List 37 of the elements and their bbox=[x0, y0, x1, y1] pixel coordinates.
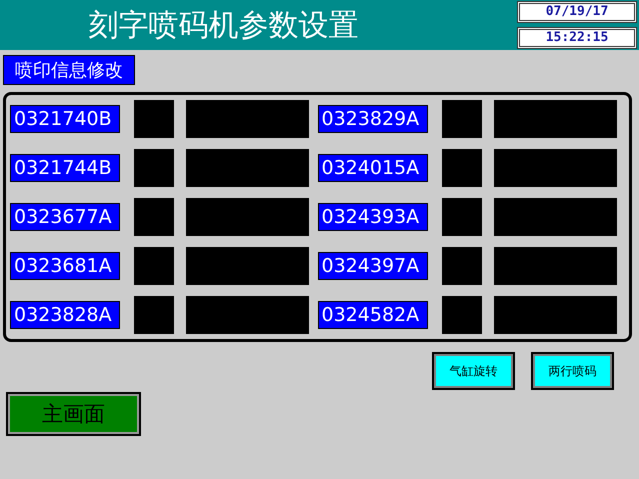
code-label: 0324393A bbox=[318, 202, 428, 231]
input-field[interactable] bbox=[134, 198, 174, 236]
code-label: 0324015A bbox=[318, 154, 428, 182]
code-label: 0321744B bbox=[10, 154, 120, 182]
input-field[interactable] bbox=[134, 149, 174, 188]
input-field[interactable] bbox=[186, 246, 309, 285]
input-field[interactable] bbox=[442, 100, 482, 138]
input-field[interactable] bbox=[186, 198, 309, 236]
input-field[interactable] bbox=[186, 100, 309, 138]
section-label: 喷印信息修改 bbox=[3, 55, 135, 85]
input-field[interactable] bbox=[442, 198, 482, 236]
input-field[interactable] bbox=[494, 296, 616, 334]
time-display: 15:22:15 bbox=[517, 27, 637, 49]
input-field[interactable] bbox=[134, 246, 174, 285]
input-field[interactable] bbox=[494, 100, 616, 138]
code-label: 0323681A bbox=[10, 252, 120, 280]
input-field[interactable] bbox=[134, 296, 174, 334]
input-field[interactable] bbox=[494, 198, 616, 236]
window-title: 刻字喷码机参数设置 bbox=[88, 6, 360, 44]
input-field[interactable] bbox=[134, 100, 174, 138]
input-field[interactable] bbox=[186, 149, 309, 188]
code-label: 0323829A bbox=[318, 105, 428, 134]
input-field[interactable] bbox=[442, 296, 482, 334]
code-label: 0323677A bbox=[10, 202, 120, 231]
code-label: 0321740B bbox=[10, 105, 120, 134]
input-field[interactable] bbox=[442, 246, 482, 285]
date-display: 07/19/17 bbox=[517, 1, 637, 23]
action-button[interactable]: 气缸旋转 bbox=[432, 352, 515, 390]
action-button[interactable]: 两行喷码 bbox=[531, 352, 614, 390]
code-label: 0324582A bbox=[318, 300, 428, 329]
code-label: 0324397A bbox=[318, 252, 428, 280]
input-field[interactable] bbox=[494, 149, 616, 188]
input-field[interactable] bbox=[186, 296, 309, 334]
input-field[interactable] bbox=[494, 246, 616, 285]
input-field[interactable] bbox=[442, 149, 482, 188]
main-screen-button[interactable]: 主画面 bbox=[6, 392, 141, 436]
code-label: 0323828A bbox=[10, 300, 120, 329]
